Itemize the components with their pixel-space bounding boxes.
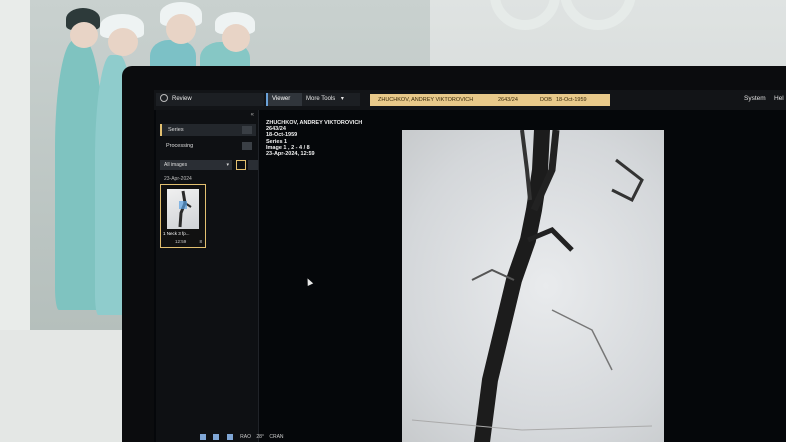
staff-head <box>108 28 138 56</box>
folder-icon[interactable] <box>213 433 220 440</box>
sidebar: « Series Processing All images ▾ 23-Apr-… <box>156 110 259 442</box>
image-filter-select[interactable]: All images ▾ <box>160 160 232 170</box>
review-icon <box>160 94 168 103</box>
patient-dob: 18-Oct-1959 <box>556 97 587 103</box>
windows-icon[interactable] <box>200 433 206 440</box>
thumbnail-count: 8 <box>199 239 202 244</box>
patient-id: 2643/24 <box>498 97 518 103</box>
overlay-datetime: 23-Apr-2024, 12:59 <box>266 151 315 158</box>
app-icon[interactable] <box>226 433 233 440</box>
chevron-down-icon: ▾ <box>340 96 344 102</box>
image-overlay-info: ZHUCHKOV, ANDREY VIKTOROVICH 2643/24 18-… <box>266 120 362 157</box>
chevron-down-icon: ▾ <box>226 162 229 168</box>
top-toolbar: Review Viewer More Tools ▾ ZHUCHKOV, AND… <box>154 90 786 110</box>
vessel-thumbnail-graphic <box>178 190 192 228</box>
help-menu[interactable]: Hel <box>774 95 784 102</box>
more-tools-tab[interactable]: More Tools ▾ <box>302 93 360 106</box>
projection-label: RAO <box>240 434 252 440</box>
list-view-icon[interactable] <box>248 160 258 170</box>
angiogram-vessel-graphic <box>411 130 653 442</box>
mouse-cursor-icon <box>304 277 314 286</box>
edit-icon[interactable] <box>242 126 252 134</box>
patient-info-bar: ZHUCHKOV, ANDREY VIKTOROVICH 2643/24 DOB… <box>370 94 610 106</box>
grid-view-icon[interactable] <box>236 160 246 170</box>
projection-angle: 28° <box>256 434 264 440</box>
ceiling-lamp <box>490 0 560 30</box>
angiography-viewport[interactable] <box>402 130 664 442</box>
sidebar-item-label: Processing <box>166 143 194 149</box>
window-sill <box>0 330 140 442</box>
staff-head <box>222 24 250 52</box>
dob-label: DOB <box>540 97 552 103</box>
thumbnail-image <box>167 189 199 229</box>
staff-head <box>70 22 98 48</box>
series-thumbnail[interactable]: 1 Neck 3 fp... 12:59 8 <box>160 184 206 248</box>
bottom-tray: RAO 28° CRAN <box>200 432 320 442</box>
sidebar-item-label: Series <box>168 127 184 133</box>
settings-icon[interactable] <box>242 142 252 150</box>
staff-head <box>166 14 196 44</box>
patient-name: ZHUCHKOV, ANDREY VIKTOROVICH <box>378 97 474 103</box>
projection-cran: CRAN <box>269 434 284 440</box>
sidebar-item-series[interactable]: Series <box>160 124 256 136</box>
thumbnail-time: 12:59 <box>175 239 187 244</box>
series-date: 23-Apr-2024 <box>164 176 192 182</box>
system-menu[interactable]: System <box>744 95 766 102</box>
more-tools-label: More Tools <box>306 96 336 102</box>
sidebar-item-processing[interactable]: Processing <box>160 140 256 152</box>
review-label: Review <box>172 96 192 102</box>
filter-label: All images <box>164 162 188 168</box>
review-tab[interactable]: Review <box>156 93 264 106</box>
thumbnail-caption: 1 Neck 3 fp... <box>163 231 190 236</box>
monitor: Review Viewer More Tools ▾ ZHUCHKOV, AND… <box>122 66 786 442</box>
ceiling-lamp <box>560 0 636 30</box>
screen: Review Viewer More Tools ▾ ZHUCHKOV, AND… <box>154 90 786 442</box>
collapse-icon[interactable]: « <box>251 112 254 118</box>
